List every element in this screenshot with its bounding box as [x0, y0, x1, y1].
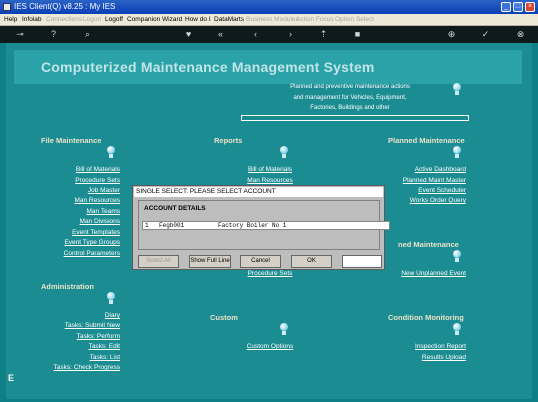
page-title: Computerized Maintenance Management Syst… — [41, 59, 375, 75]
add-icon[interactable]: ⊕ — [446, 29, 457, 40]
maximize-button[interactable]: □ — [513, 2, 523, 12]
menu-bar: Help Infolab Connections Logon Logoff Co… — [0, 14, 538, 26]
account-row-number: 1 — [145, 222, 149, 229]
upload-icon[interactable]: ⇡ — [318, 29, 329, 40]
link-man-teams[interactable]: Man Teams — [40, 208, 120, 215]
dialog-input-field[interactable] — [342, 255, 382, 268]
link-control-parameters[interactable]: Control Parameters — [40, 250, 120, 257]
link-works-order-query[interactable]: Works Order Query — [386, 197, 466, 204]
report-procedure-sets[interactable]: Procedure Sets — [230, 270, 310, 277]
unplanned-maintenance-title: ned Maintenance — [398, 240, 459, 249]
next-page-icon[interactable]: › — [285, 29, 296, 40]
account-details-panel: ACCOUNT DETAILS 1 Fegb001 Factory Boiler… — [138, 200, 390, 250]
report-bill-of-materials[interactable]: Bill of Materials — [230, 166, 310, 173]
dialog-title: SINGLE SELECT: PLEASE SELECT ACCOUNT — [134, 187, 383, 197]
cancel-button[interactable]: Cancel — [240, 255, 281, 268]
bulb-icon — [453, 83, 461, 95]
menu-companion[interactable]: Companion — [127, 16, 160, 23]
first-page-icon[interactable]: « — [215, 29, 226, 40]
condition-monitoring-title: Condition Monitoring — [388, 313, 464, 322]
reports-title: Reports — [214, 136, 243, 145]
link-job-master[interactable]: Job Master — [40, 187, 120, 194]
bulb-icon — [453, 146, 461, 158]
account-row[interactable]: 1 Fegb001 Factory Boiler No 1 — [142, 221, 390, 230]
menu-business-modules: Business Modules — [246, 16, 299, 23]
link-custom-options[interactable]: Custom Options — [230, 343, 310, 350]
menu-wizard[interactable]: Wizard — [162, 16, 182, 23]
menu-logon: Logon — [83, 16, 102, 23]
menu-logoff[interactable]: Logoff — [105, 16, 123, 23]
key-icon[interactable]: ⊸ — [10, 29, 30, 40]
bulb-icon — [107, 292, 115, 304]
link-tasks-perform[interactable]: Tasks: Perform — [40, 333, 120, 340]
bulb-icon — [280, 323, 288, 335]
close-window-button[interactable]: × — [525, 2, 535, 12]
file-maintenance-title: File Maintenance — [41, 136, 102, 145]
link-tasks-submit-new[interactable]: Tasks: Submit New — [40, 322, 120, 329]
cancel-icon[interactable]: ⊗ — [515, 29, 526, 40]
show-full-line-button[interactable]: Show Full Line — [189, 255, 231, 268]
report-man-resources[interactable]: Man Resources — [230, 177, 310, 184]
link-new-unplanned-event[interactable]: New Unplanned Event — [380, 270, 466, 277]
link-diary[interactable]: Diary — [40, 312, 120, 319]
link-tasks-list[interactable]: Tasks: List — [40, 354, 120, 361]
confirm-icon[interactable]: ✓ — [480, 29, 491, 40]
link-event-type-groups[interactable]: Event Type Groups — [40, 239, 120, 246]
menu-action-focus: Action Focus — [296, 16, 334, 23]
heart-icon[interactable]: ♥ — [183, 29, 194, 40]
link-results-upload[interactable]: Results Upload — [386, 354, 466, 361]
left-edge-mark: E — [8, 373, 15, 383]
link-active-dashboard[interactable]: Active Dashboard — [386, 166, 466, 173]
ok-button[interactable]: OK — [291, 255, 332, 268]
planned-maintenance-title: Planned Maintenance — [388, 136, 465, 145]
intro-line-3: Factories, Buildings and other — [310, 105, 390, 111]
window-title: IES Client(Q) v8.25 : My IES — [14, 2, 116, 11]
intro-line-1: Planned and preventive maintenance actio… — [290, 84, 410, 90]
help-icon[interactable]: ? — [48, 29, 59, 40]
link-planned-maint-master[interactable]: Planned Maint Master — [386, 177, 466, 184]
link-man-resources[interactable]: Man Resources — [40, 197, 120, 204]
link-tasks-check-progress[interactable]: Tasks: Check Progress — [40, 364, 120, 371]
bulb-icon — [280, 146, 288, 158]
menu-connections: Connections — [46, 16, 83, 23]
link-tasks-edit[interactable]: Tasks: Edit — [40, 343, 120, 350]
account-name: Factory Boiler No 1 — [218, 222, 287, 229]
account-details-header: ACCOUNT DETAILS — [144, 205, 206, 212]
administration-title: Administration — [41, 282, 94, 291]
prev-page-icon[interactable]: ‹ — [250, 29, 261, 40]
minimize-button[interactable]: _ — [501, 2, 511, 12]
select-account-dialog: SINGLE SELECT: PLEASE SELECT ACCOUNT ACC… — [132, 185, 390, 270]
bulb-icon — [453, 323, 461, 335]
menu-option-select: Option Select — [335, 16, 375, 23]
bulb-icon — [107, 146, 115, 158]
link-procedure-sets[interactable]: Procedure Sets — [40, 177, 120, 184]
link-event-templates[interactable]: Event Templates — [40, 229, 120, 236]
stop-icon[interactable]: ■ — [352, 29, 363, 40]
custom-title: Custom — [210, 313, 238, 322]
link-bill-of-materials[interactable]: Bill of Materials — [40, 166, 120, 173]
info-bar — [241, 115, 469, 121]
link-inspection-report[interactable]: Inspection Report — [386, 343, 466, 350]
menu-infolab[interactable]: Infolab — [22, 16, 42, 23]
menu-datamarts[interactable]: DataMarts — [214, 16, 244, 23]
app-icon — [3, 3, 11, 11]
select-all-button: Select All — [138, 255, 179, 268]
title-bar: IES Client(Q) v8.25 : My IES _ □ × — [0, 0, 538, 14]
search-icon[interactable]: ⌕ — [82, 29, 93, 40]
menu-how-do-i[interactable]: How do I — [185, 16, 211, 23]
account-code: Fegb001 — [159, 222, 185, 229]
toolbar: ⊸ ? ⌕ ♥ « ‹ › ⇡ ■ ⊕ ✓ ⊗ — [0, 26, 538, 43]
bulb-icon — [453, 250, 461, 262]
link-event-scheduler[interactable]: Event Scheduler — [386, 187, 466, 194]
menu-help[interactable]: Help — [4, 16, 17, 23]
link-man-divisions[interactable]: Man Divisions — [40, 218, 120, 225]
intro-line-2: and management for Vehicles, Equipment, — [293, 95, 407, 101]
